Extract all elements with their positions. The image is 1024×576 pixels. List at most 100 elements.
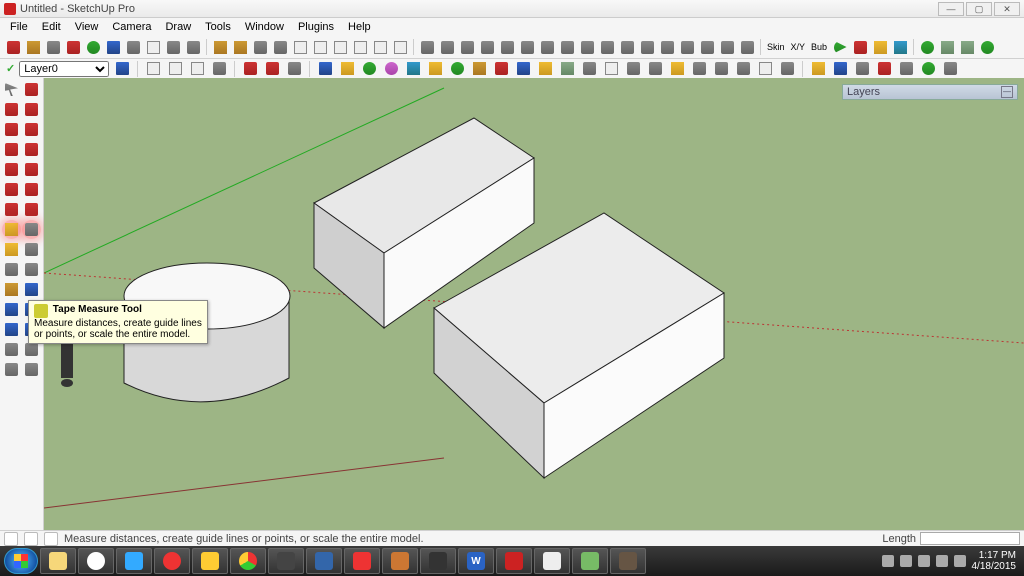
tool-icon[interactable] <box>618 38 636 56</box>
tool-icon[interactable] <box>891 38 909 56</box>
tool-icon[interactable] <box>578 38 596 56</box>
tool-icon[interactable] <box>871 38 889 56</box>
tool-icon[interactable] <box>210 60 228 78</box>
tool-icon[interactable] <box>164 38 182 56</box>
task-explorer[interactable] <box>40 548 76 574</box>
task-item[interactable] <box>344 548 380 574</box>
tool-icon[interactable] <box>211 38 229 56</box>
tool-icon[interactable] <box>426 60 444 78</box>
start-button[interactable] <box>4 548 38 574</box>
tool-icon[interactable] <box>124 38 142 56</box>
tool-icon[interactable] <box>478 38 496 56</box>
task-item[interactable] <box>268 548 304 574</box>
tool-icon[interactable] <box>558 60 576 78</box>
line-tool-icon[interactable] <box>2 100 21 119</box>
tool-icon[interactable] <box>84 38 102 56</box>
menu-file[interactable]: File <box>4 20 34 34</box>
tool-icon[interactable] <box>104 38 122 56</box>
tool-icon[interactable] <box>271 38 289 56</box>
tool-icon[interactable] <box>646 60 664 78</box>
tool-icon[interactable] <box>941 60 959 78</box>
offset-tool-icon[interactable] <box>22 200 41 219</box>
tool-icon[interactable] <box>602 60 620 78</box>
tool-icon[interactable] <box>263 60 281 78</box>
freehand-tool-icon[interactable] <box>2 120 21 139</box>
tool-icon[interactable] <box>285 60 303 78</box>
minimize-button[interactable]: — <box>938 2 964 16</box>
task-chrome[interactable] <box>230 548 266 574</box>
menu-plugins[interactable]: Plugins <box>292 20 340 34</box>
stop-icon[interactable] <box>851 38 869 56</box>
tool-icon[interactable] <box>734 60 752 78</box>
task-paint[interactable] <box>534 548 570 574</box>
task-dropbox[interactable] <box>116 548 152 574</box>
rectangle-tool-icon[interactable] <box>22 120 41 139</box>
eraser-tool-icon[interactable] <box>22 80 41 99</box>
tool-icon[interactable] <box>658 38 676 56</box>
tool-icon[interactable] <box>919 60 937 78</box>
tool-icon[interactable] <box>875 60 893 78</box>
tray-icon[interactable] <box>936 555 948 567</box>
tool-icon[interactable] <box>251 38 269 56</box>
menu-view[interactable]: View <box>69 20 105 34</box>
select-tool-icon[interactable] <box>2 80 21 99</box>
tool-icon[interactable] <box>4 38 22 56</box>
tray-icon[interactable] <box>918 555 930 567</box>
tool-icon[interactable] <box>514 60 532 78</box>
polygon-tool-icon[interactable] <box>2 140 21 159</box>
task-item[interactable] <box>306 548 342 574</box>
scale-tool-icon[interactable] <box>2 200 21 219</box>
layers-panel[interactable]: Layers — <box>842 84 1018 100</box>
tool-icon[interactable] <box>558 38 576 56</box>
tool-icon[interactable] <box>438 38 456 56</box>
tool-icon[interactable] <box>311 38 329 56</box>
tool-icon[interactable] <box>231 38 249 56</box>
tool-icon[interactable] <box>382 60 400 78</box>
3dtext-tool-icon[interactable] <box>22 260 41 279</box>
menu-camera[interactable]: Camera <box>106 20 157 34</box>
axes-tool-icon[interactable] <box>2 260 21 279</box>
protractor-tool-icon[interactable] <box>2 240 21 259</box>
tool-icon[interactable] <box>536 60 554 78</box>
tray-icon[interactable] <box>900 555 912 567</box>
xy-label[interactable]: X/Y <box>789 42 808 52</box>
tool-icon[interactable] <box>331 38 349 56</box>
followme-tool-icon[interactable] <box>22 180 41 199</box>
tool-icon[interactable] <box>498 38 516 56</box>
tool-icon[interactable] <box>690 60 708 78</box>
layer-select[interactable]: Layer0 <box>19 61 109 77</box>
tool-icon[interactable] <box>338 60 356 78</box>
tool-icon[interactable] <box>831 60 849 78</box>
tool-icon[interactable] <box>778 60 796 78</box>
tool-icon[interactable] <box>391 38 409 56</box>
tool-icon[interactable] <box>668 60 686 78</box>
menu-tools[interactable]: Tools <box>199 20 237 34</box>
tool-icon[interactable] <box>360 60 378 78</box>
tool-icon[interactable] <box>638 38 656 56</box>
tool-icon[interactable] <box>598 38 616 56</box>
tool-icon[interactable] <box>184 38 202 56</box>
pan-tool-icon[interactable] <box>2 300 21 319</box>
task-word[interactable]: W <box>458 548 494 574</box>
play-icon[interactable] <box>831 38 849 56</box>
rotate-tool-icon[interactable] <box>2 180 21 199</box>
tool-icon[interactable] <box>448 60 466 78</box>
skin-label[interactable]: Skin <box>765 42 787 52</box>
menu-edit[interactable]: Edit <box>36 20 67 34</box>
tool-icon[interactable] <box>624 60 642 78</box>
move-tool-icon[interactable] <box>2 160 21 179</box>
bub-label[interactable]: Bub <box>809 42 829 52</box>
tool-icon[interactable] <box>518 38 536 56</box>
status-icon[interactable] <box>4 532 18 546</box>
tool-icon[interactable] <box>712 60 730 78</box>
tool-icon[interactable] <box>371 38 389 56</box>
tool-icon[interactable] <box>538 38 556 56</box>
tool-icon[interactable] <box>756 60 774 78</box>
tray-icon[interactable] <box>882 555 894 567</box>
status-icon[interactable] <box>44 532 58 546</box>
tool-icon[interactable] <box>698 38 716 56</box>
tool-icon[interactable] <box>418 38 436 56</box>
tool-icon[interactable] <box>470 60 488 78</box>
tool-icon[interactable] <box>44 38 62 56</box>
tool-icon[interactable] <box>351 38 369 56</box>
